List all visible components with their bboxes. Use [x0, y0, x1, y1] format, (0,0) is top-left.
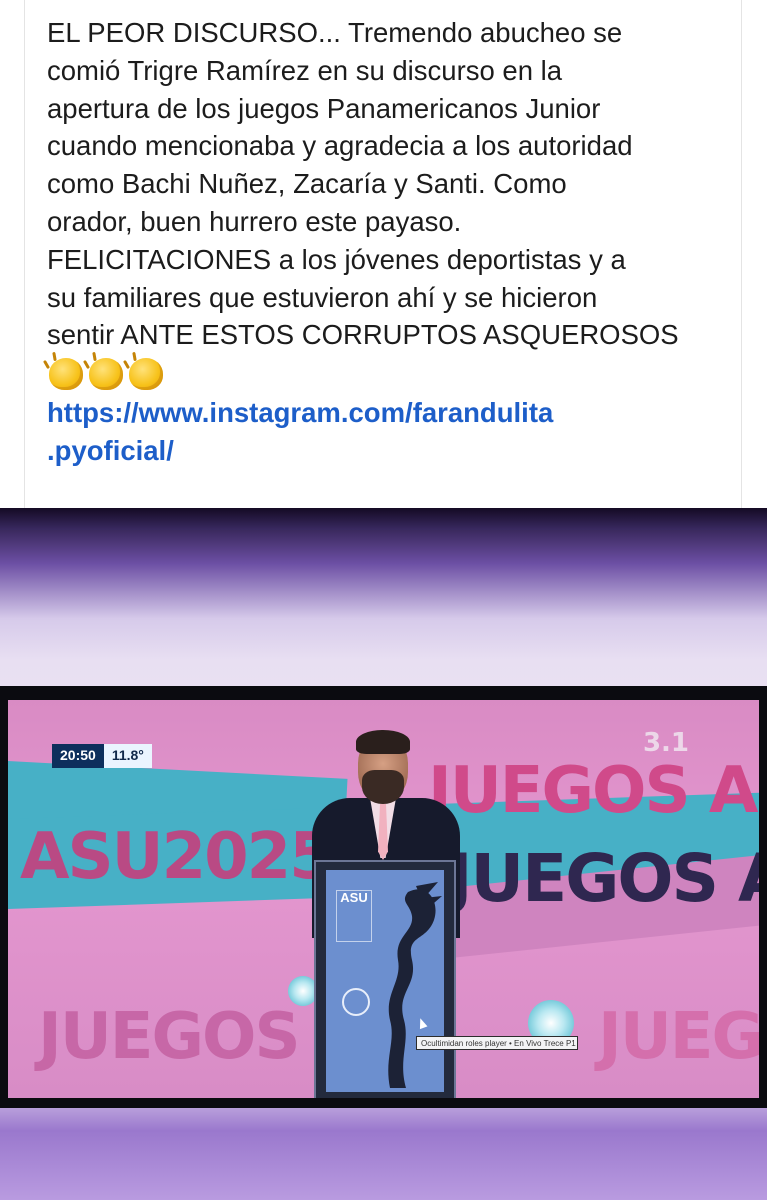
speaker-beard: [362, 770, 404, 804]
podium-emblem-icon: [342, 988, 370, 1016]
hud-temperature: 11.8°: [103, 744, 152, 768]
podium-logo: ASU: [336, 890, 372, 942]
speaker-hair: [356, 730, 410, 754]
post-text-line: comió Trigre Ramírez en su discurso en l…: [47, 54, 563, 86]
torch-graphic: [388, 882, 442, 1088]
photo-top-edge: [0, 508, 767, 530]
tv-hud: 20:50 11.8°: [52, 744, 152, 768]
backdrop-word: JUEG: [598, 1000, 759, 1074]
backdrop-word: JUEGOS ASU: [448, 840, 759, 917]
post-text-line: como Bachi Nuñez, Zacaría y Santi. Como: [47, 168, 567, 200]
post-text-line: EL PEOR DISCURSO... Tremendo abucheo se: [47, 17, 623, 48]
emoji-row: [47, 354, 727, 394]
podium-panel: ASU: [326, 870, 444, 1092]
backdrop-word: ASU2025: [20, 820, 334, 894]
backdrop-word: JUEGOS ASU: [428, 754, 759, 828]
channel-badge: 3.1: [642, 728, 689, 758]
tv-bezel: JUEGOS ASU ASU2025 JUEGOS ASU JUEGOS ASI…: [0, 686, 767, 1108]
tv-screen: JUEGOS ASU ASU2025 JUEGOS ASU JUEGOS ASI…: [8, 700, 759, 1098]
post-text-line: sentir ANTE ESTOS CORRUPTOS ASQUEROSOS: [47, 319, 679, 351]
tv-ticker: Ocultimidan roles player • En Vivo Trece…: [416, 1036, 578, 1050]
post-text-line: cuando mencionaba y agradecia a los auto…: [47, 130, 633, 162]
attached-photo[interactable]: JUEGOS ASU ASU2025 JUEGOS ASU JUEGOS ASI…: [0, 508, 767, 1200]
post-card: EL PEOR DISCURSO... Tremendo abucheo se …: [24, 0, 742, 508]
post-text: EL PEOR DISCURSO... Tremendo abucheo se …: [47, 14, 727, 470]
instagram-link[interactable]: https://www.instagram.com/farandulita .p…: [47, 394, 727, 470]
clapping-hands-icon: [49, 358, 83, 391]
post-text-line: su familiares que estuvieron ahí y se hi…: [47, 281, 598, 313]
hud-time: 20:50: [52, 744, 104, 768]
post-text-line: FELICITACIONES a los jóvenes deportistas…: [47, 243, 626, 275]
post-text-line: apertura de los juegos Panamericanos Jun…: [47, 92, 601, 124]
link-line[interactable]: https://www.instagram.com/farandulita: [47, 394, 727, 432]
clapping-hands-icon: [89, 358, 123, 391]
post-text-line: orador, buen hurrero este payaso.: [47, 205, 462, 237]
link-line[interactable]: .pyoficial/: [47, 432, 727, 470]
podium: ASU: [314, 860, 456, 1098]
clapping-hands-icon: [129, 358, 163, 391]
